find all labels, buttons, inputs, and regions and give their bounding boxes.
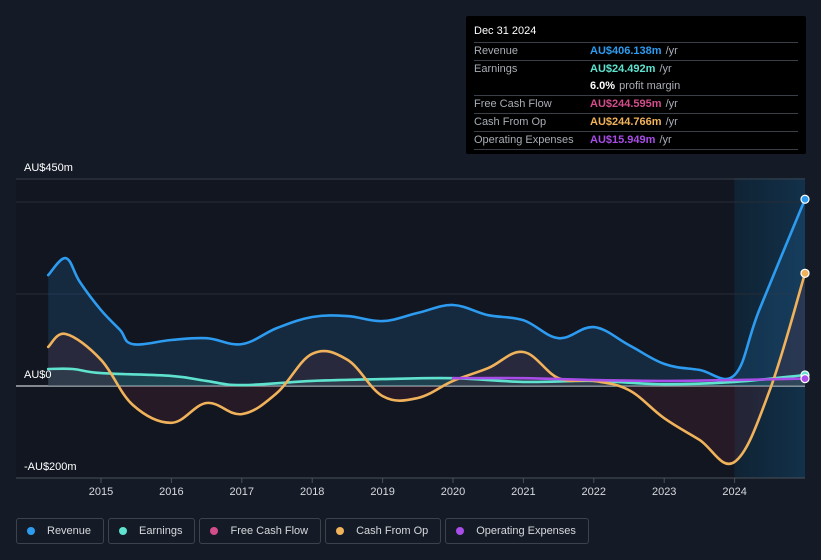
tooltip-row: Earnings AU$24.492m/yr	[474, 60, 798, 78]
tooltip-row: Free Cash Flow AU$244.595m/yr	[474, 95, 798, 113]
tooltip-row-unit: /yr	[659, 134, 672, 146]
y-label-zero: AU$0	[24, 369, 52, 381]
tooltip-row-label: Cash From Op	[474, 116, 547, 128]
legend-label: Earnings	[139, 525, 183, 537]
legend-label: Free Cash Flow	[230, 525, 309, 537]
tooltip-row-unit: /yr	[665, 45, 678, 57]
tooltip-divider	[474, 149, 798, 150]
tooltip-row: 6.0% profit margin	[474, 78, 798, 95]
tooltip-row-label	[474, 78, 590, 95]
tooltip-row-label: Operating Expenses	[474, 134, 574, 146]
x-axis-ticks: 2015 2016 2017 2018 2019 2020 2021 2022 2023 2024	[89, 478, 747, 498]
tooltip-row-value: AU$406.138m	[590, 45, 662, 57]
revenue-endpoint	[800, 194, 810, 204]
y-label-bottom: -AU$200m	[24, 461, 77, 473]
tooltip-row-unit: /yr	[665, 98, 678, 110]
legend-item-operating-expenses[interactable]: Operating Expenses	[445, 518, 589, 544]
x-tick-label: 2024	[722, 486, 746, 498]
tooltip-row: Cash From Op AU$244.766m/yr	[474, 113, 798, 131]
legend-dot-icon	[119, 527, 128, 535]
x-tick-label: 2023	[652, 486, 676, 498]
operating-expenses-endpoint	[800, 374, 810, 384]
legend-dot-icon	[336, 527, 345, 535]
tooltip-rows: Revenue AU$406.138m/yr Earnings AU$24.492m /…	[474, 42, 798, 150]
x-tick-label: 2022	[582, 486, 606, 498]
tooltip-row-value: AU$24.492m	[590, 63, 656, 75]
x-tick-label: 2016	[159, 486, 183, 498]
legend-dot-icon	[210, 527, 219, 535]
tooltip-row-label: Free Cash Flow	[474, 98, 552, 110]
x-tick-label: 2018	[300, 486, 324, 498]
chart-legend: Revenue Earnings Free Cash Flow Cash From O…	[16, 518, 589, 544]
tooltip-row-value: AU$244.595m	[590, 98, 662, 110]
tooltip-row-label: Earnings	[474, 63, 518, 75]
legend-item-revenue[interactable]: Revenue	[16, 518, 105, 544]
tooltip-row: Revenue AU$406.138m/yr	[474, 42, 798, 60]
tooltip-row-value: 6.0%	[590, 80, 616, 92]
tooltip-date: Dec 31 2024	[474, 25, 537, 37]
legend-item-cash-from-op[interactable]: Cash From Op	[325, 518, 442, 544]
x-tick-label: 2015	[89, 486, 113, 498]
legend-item-free-cash-flow[interactable]: Free Cash Flow	[199, 518, 322, 544]
tooltip-row-unit: /yr	[659, 63, 672, 75]
legend-item-earnings[interactable]: Earnings	[108, 518, 196, 544]
legend-dot-icon	[27, 527, 35, 535]
data-tooltip: Dec 31 2024 Revenue AU$406.138m/yr Earning…	[466, 16, 806, 154]
legend-label: Operating Expenses	[476, 525, 576, 537]
cash-from-op-endpoint	[800, 268, 810, 278]
legend-dot-icon	[456, 527, 465, 535]
legend-label: Revenue	[47, 525, 92, 537]
tooltip-row-unit: /yr	[665, 116, 678, 128]
tooltip-row-value: AU$244.766m	[590, 116, 662, 128]
x-tick-label: 2020	[441, 486, 465, 498]
x-tick-label: 2019	[370, 486, 394, 498]
tooltip-row: Operating Expenses AU$15.949m/yr	[474, 131, 798, 149]
tooltip-row-label: Revenue	[474, 45, 519, 57]
tooltip-row-value: AU$15.949m	[590, 134, 656, 146]
tooltip-row-unit: profit margin	[619, 80, 681, 92]
legend-label: Cash From Op	[356, 525, 429, 537]
x-tick-label: 2021	[511, 486, 535, 498]
x-tick-label: 2017	[230, 486, 254, 498]
y-label-top: AU$450m	[24, 162, 73, 174]
